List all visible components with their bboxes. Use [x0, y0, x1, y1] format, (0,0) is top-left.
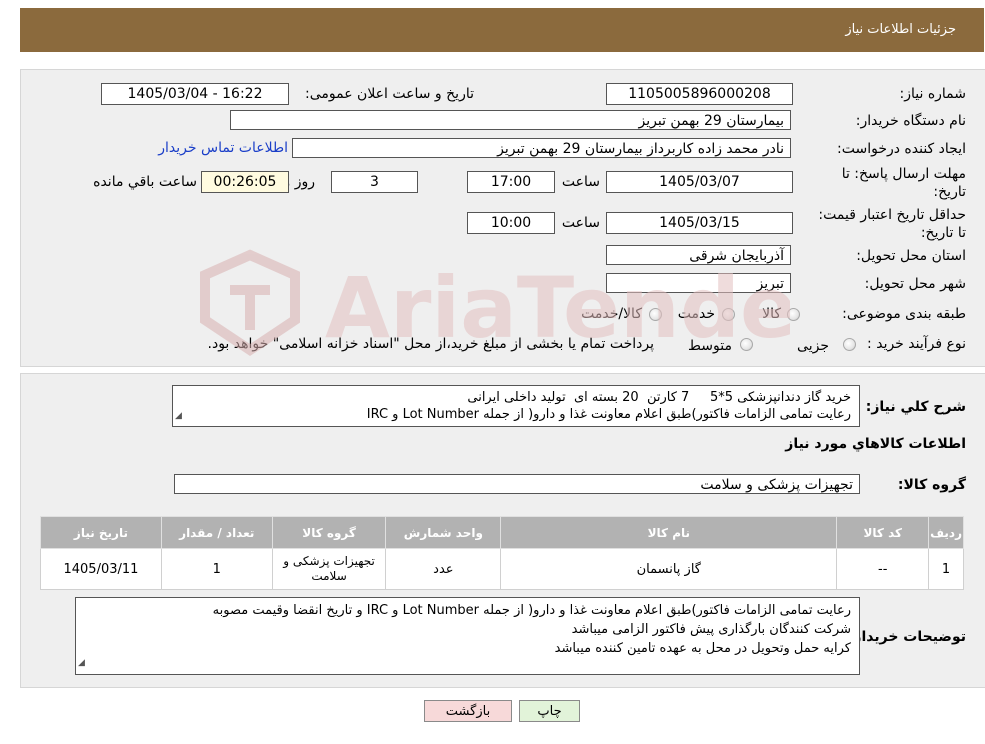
delivery-province-field[interactable]: آذربایجان شرقی	[606, 245, 791, 265]
cell-row: 1	[928, 548, 964, 590]
creator-field[interactable]: نادر محمد زاده کاربرداز بیمارستان 29 بهم…	[292, 138, 791, 158]
purchase-option-minor: جزیی	[797, 338, 829, 354]
cell-group: تجهیزات پزشکی و سلامت	[271, 548, 387, 590]
cell-code: --	[836, 548, 930, 590]
remaining-time-field[interactable]: 00:26:05	[201, 171, 289, 193]
deadline-time-label: ساعت	[561, 174, 600, 190]
need-number-label: شماره نیاز:	[899, 86, 967, 102]
buyer-notes-line-2: شرکت کنندگان بارگذاری پیش فاکتور الزامی …	[571, 622, 851, 637]
col-header-code: کد کالا	[836, 516, 930, 549]
category-label: طبقه بندی موضوعی:	[842, 306, 966, 322]
col-header-date: تاریخ نیاز	[40, 516, 162, 549]
goods-table-header: ردیف کد کالا نام کالا واحد شمارش گروه کا…	[40, 516, 964, 549]
buyer-notes-textarea[interactable]: رعایت تمامی الزامات فاکتور)طبق اعلام معا…	[75, 597, 860, 675]
cell-unit: عدد	[385, 548, 502, 590]
delivery-city-field[interactable]: تبریز	[606, 273, 791, 293]
goods-section-title: اطلاعات کالاهاي مورد نیاز	[785, 436, 966, 452]
remaining-time-label: ساعت باقي مانده	[93, 174, 197, 190]
summary-line-2: رعایت تمامی الزامات فاکتور)طبق اعلام معا…	[366, 407, 851, 422]
cell-date: 1405/03/11	[40, 548, 162, 590]
resize-grip-icon[interactable]: ◢	[78, 654, 85, 673]
goods-group-field[interactable]: تجهیزات پزشکی و سلامت	[174, 474, 860, 494]
cell-name: گاز پانسمان	[500, 548, 838, 590]
purchase-payment-note: پرداخت تمام یا بخشی از مبلغ خرید،از محل …	[207, 336, 654, 352]
buyer-contact-link[interactable]: اطلاعات تماس خریدار	[158, 140, 288, 156]
category-option-goods: کالا	[762, 306, 781, 322]
buyer-notes-line-1: رعایت تمامی الزامات فاکتور)طبق اعلام معا…	[212, 603, 851, 618]
price-validity-time-label: ساعت	[561, 215, 600, 231]
category-radio-goods-service[interactable]	[649, 308, 662, 321]
deadline-label: مهلت ارسال پاسخ: تا تاریخ:	[841, 166, 966, 200]
days-field[interactable]: 3	[331, 171, 418, 193]
buyer-notes-line-3: کرایه حمل وتحویل در محل به عهده تامین کن…	[554, 641, 851, 656]
summary-textarea[interactable]: خرید گاز دندانپزشکی 5*5 7 کارتن 20 بسته …	[172, 385, 860, 427]
purchase-option-medium: متوسط	[688, 338, 732, 354]
need-number-field[interactable]: 1105005896000208	[606, 83, 793, 105]
purchase-radio-minor[interactable]	[843, 338, 856, 351]
goods-table: ردیف کد کالا نام کالا واحد شمارش گروه کا…	[40, 516, 964, 590]
price-validity-label: حداقل تاریخ اعتبار قیمت: تا تاریخ:	[818, 207, 966, 241]
goods-group-label: گروه کالا:	[897, 477, 966, 493]
buyer-notes-label: توضیحات خریدار:	[847, 629, 966, 645]
page-header: جزئیات اطلاعات نیاز	[20, 8, 984, 52]
col-header-unit: واحد شمارش	[385, 516, 502, 549]
deadline-time-field[interactable]: 17:00	[467, 171, 555, 193]
creator-label: ایجاد کننده درخواست:	[837, 141, 966, 157]
buyer-name-label: نام دستگاه خریدار:	[855, 113, 966, 129]
cell-qty: 1	[160, 548, 273, 590]
back-button[interactable]: بازگشت	[424, 700, 512, 722]
purchase-radio-medium[interactable]	[740, 338, 753, 351]
col-header-name: نام کالا	[500, 516, 838, 549]
category-option-service: خدمت	[677, 306, 715, 322]
col-header-row: ردیف	[928, 516, 964, 549]
announce-datetime-label: تاریخ و ساعت اعلان عمومی:	[305, 86, 474, 102]
col-header-qty: تعداد / مقدار	[160, 516, 273, 549]
purchase-type-label: نوع فرآیند خرید :	[867, 336, 966, 352]
summary-line-1: خرید گاز دندانپزشکی 5*5 7 کارتن 20 بسته …	[467, 390, 851, 405]
delivery-province-label: استان محل تحویل:	[856, 248, 966, 264]
category-radio-goods[interactable]	[787, 308, 800, 321]
delivery-city-label: شهر محل تحویل:	[864, 276, 966, 292]
page-title: جزئیات اطلاعات نیاز	[845, 22, 956, 37]
price-validity-date-field[interactable]: 1405/03/15	[606, 212, 793, 234]
print-button[interactable]: چاپ	[519, 700, 580, 722]
buyer-name-field[interactable]: بیمارستان 29 بهمن تبریز	[230, 110, 791, 130]
resize-grip-icon[interactable]: ◢	[175, 408, 182, 425]
announce-datetime-field[interactable]: 1405/03/04 - 16:22	[101, 83, 289, 105]
summary-label: شرح کلي نیاز:	[865, 399, 966, 415]
table-row: 1 -- گاز پانسمان عدد تجهیزات پزشکی و سلا…	[40, 548, 964, 590]
price-validity-time-field[interactable]: 10:00	[467, 212, 555, 234]
col-header-group: گروه کالا	[271, 516, 387, 549]
category-option-goods-service: کالا/خدمت	[581, 306, 642, 322]
deadline-date-field[interactable]: 1405/03/07	[606, 171, 793, 193]
category-radio-service[interactable]	[722, 308, 735, 321]
